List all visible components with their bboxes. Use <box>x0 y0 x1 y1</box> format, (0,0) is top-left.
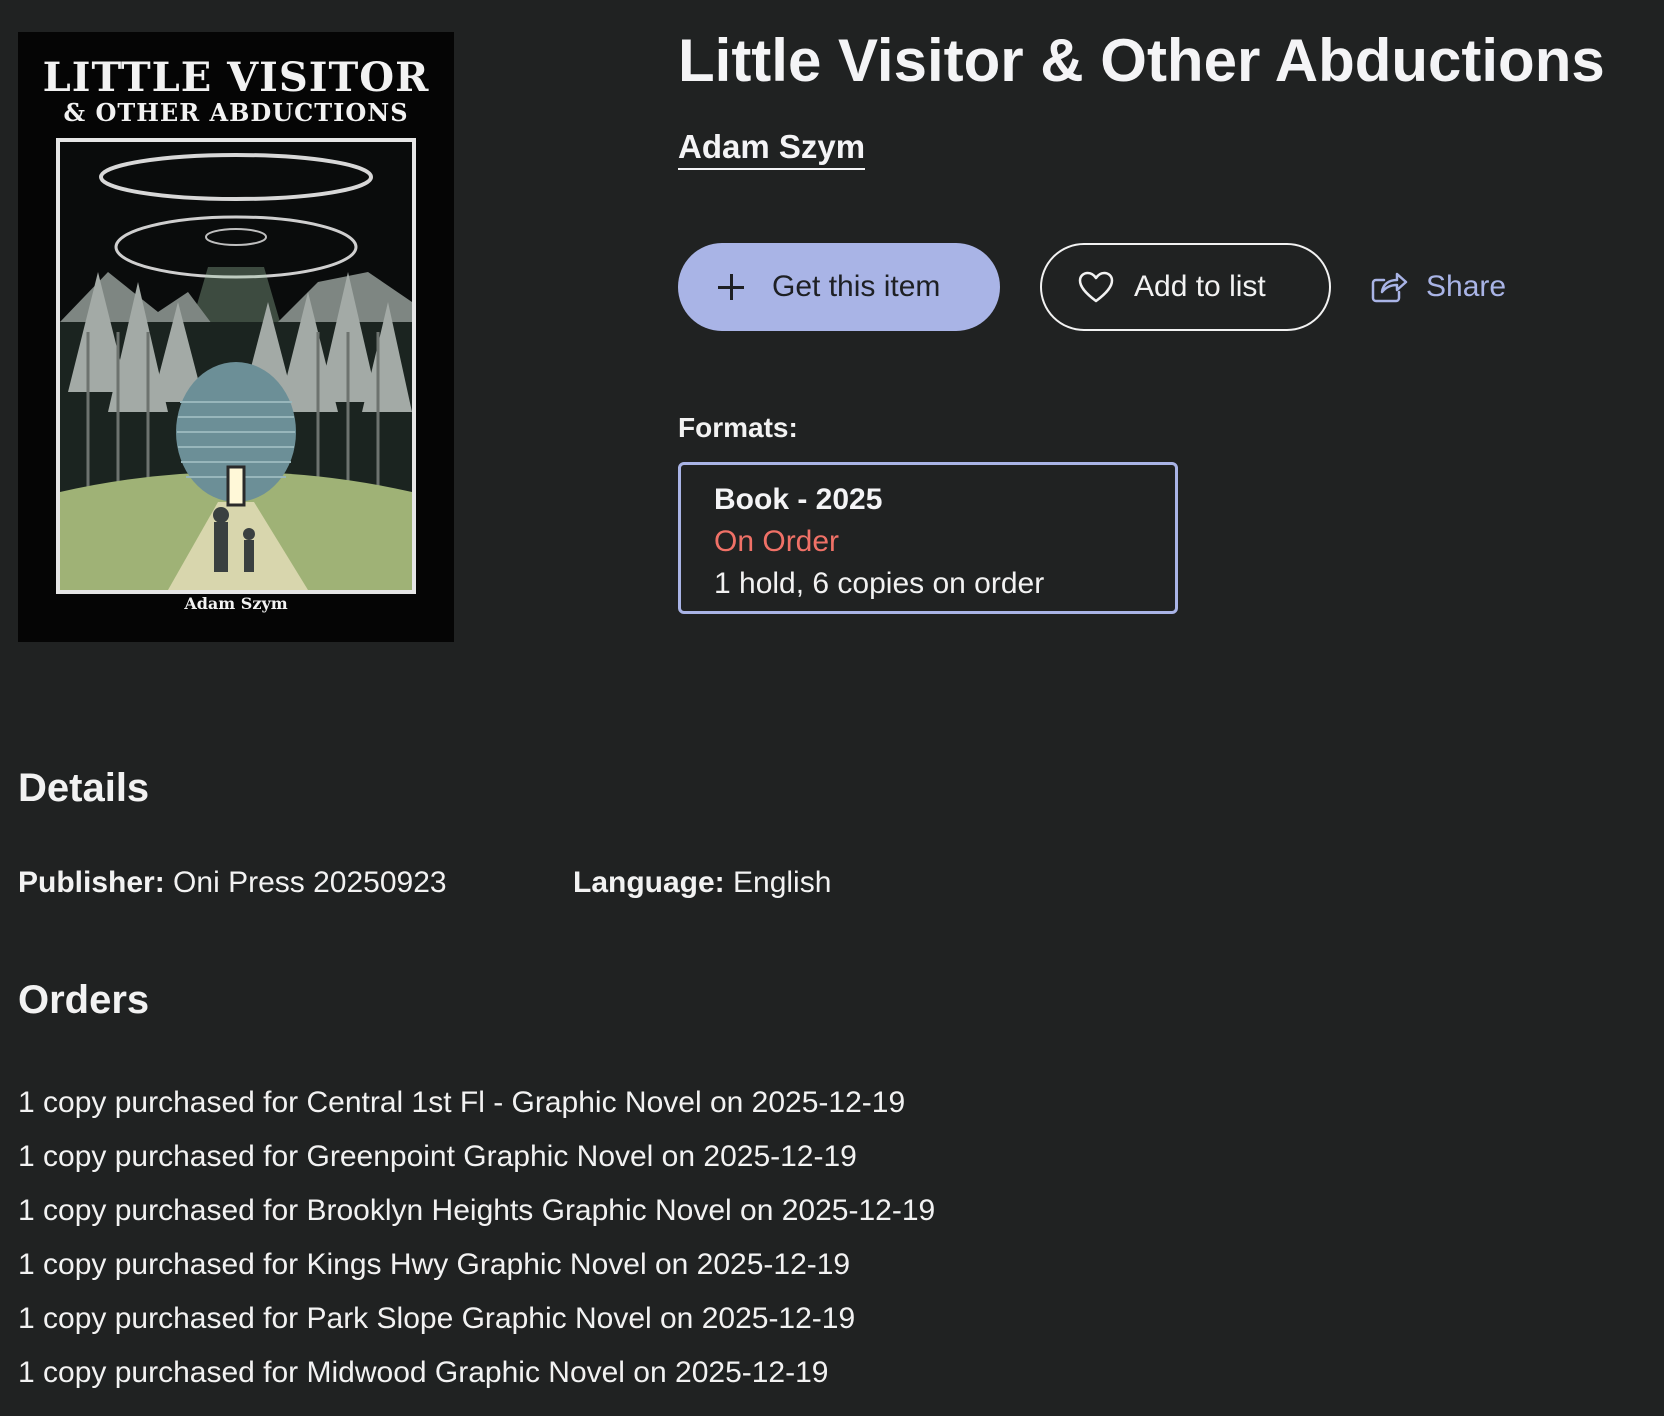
order-item: 1 copy purchased for Midwood Graphic Nov… <box>18 1356 829 1389</box>
add-to-list-button[interactable]: Add to list <box>1040 243 1331 331</box>
publisher-value: Oni Press 20250923 <box>173 866 447 899</box>
get-this-item-label: Get this item <box>772 270 941 303</box>
format-card-book[interactable]: Book - 2025 On Order 1 hold, 6 copies on… <box>678 462 1178 614</box>
order-item: 1 copy purchased for Park Slope Graphic … <box>18 1302 856 1335</box>
cover-subtitle: & OTHER ABDUCTIONS <box>63 98 409 127</box>
format-availability: 1 hold, 6 copies on order <box>714 567 1045 600</box>
formats-label: Formats: <box>678 412 798 443</box>
language-label: Language: <box>573 866 725 899</box>
format-status: On Order <box>714 525 840 558</box>
order-item: 1 copy purchased for Greenpoint Graphic … <box>18 1140 857 1173</box>
language-detail: Language: English <box>573 866 831 900</box>
language-value: English <box>733 866 832 899</box>
heart-icon <box>1078 271 1114 303</box>
orders-list: 1 copy purchased for Central 1st Fl - Gr… <box>18 1076 935 1400</box>
add-to-list-label: Add to list <box>1134 270 1266 303</box>
cover-image[interactable]: LITTLE VISITOR & OTHER ABDUCTIONS Adam S… <box>18 32 454 642</box>
cover-title: LITTLE VISITOR <box>42 54 430 101</box>
format-name: Book - 2025 <box>714 483 883 516</box>
author-link[interactable]: Adam Szym <box>678 128 866 170</box>
details-heading: Details <box>18 766 150 810</box>
cover-author: Adam Szym <box>184 594 288 613</box>
page: LITTLE VISITOR & OTHER ABDUCTIONS Adam S… <box>0 0 1664 1416</box>
publisher-detail: Publisher: Oni Press 20250923 <box>18 866 447 900</box>
order-item: 1 copy purchased for Brooklyn Heights Gr… <box>18 1194 936 1227</box>
order-item: 1 copy purchased for Central 1st Fl - Gr… <box>18 1086 906 1119</box>
publisher-label: Publisher: <box>18 866 165 899</box>
item-title: Little Visitor & Other Abductions <box>678 27 1605 94</box>
orders-heading: Orders <box>18 978 150 1022</box>
plus-icon <box>716 272 746 302</box>
share-button[interactable]: Share <box>1368 243 1528 331</box>
share-label: Share <box>1426 270 1507 303</box>
share-icon <box>1370 270 1408 304</box>
get-this-item-button[interactable]: Get this item <box>678 243 1000 331</box>
order-item: 1 copy purchased for Kings Hwy Graphic N… <box>18 1248 851 1281</box>
